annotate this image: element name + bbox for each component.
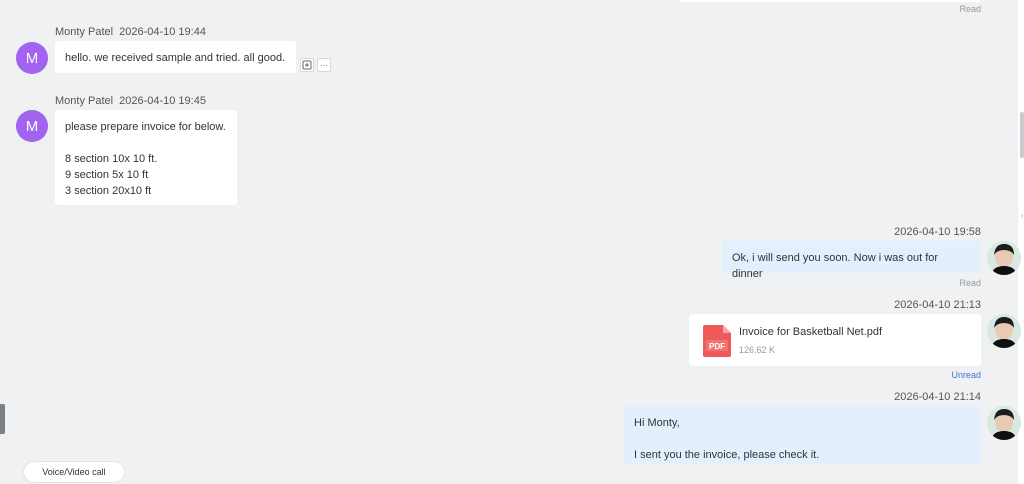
- voice-video-call-button[interactable]: Voice/Video call: [23, 461, 125, 483]
- pdf-file-icon: PDF: [703, 325, 731, 357]
- message-line: I sent you the invoice, please check it.: [634, 449, 820, 461]
- avatar[interactable]: M: [16, 110, 48, 142]
- message-line: [634, 431, 971, 447]
- avatar[interactable]: [987, 406, 1021, 440]
- message-time: 2026-04-10 21:14: [894, 391, 981, 403]
- unread-status: Unread: [951, 370, 981, 380]
- avatar[interactable]: [987, 241, 1021, 275]
- read-status: Read: [959, 278, 981, 288]
- message-text: hello. we received sample and tried. all…: [65, 52, 286, 64]
- message-bubble[interactable]: Hi Monty, I sent you the invoice, please…: [624, 406, 981, 464]
- message-header: Monty Patel 2026-04-10 19:44: [55, 26, 206, 38]
- read-status: Read: [959, 4, 981, 14]
- message-line: Hi Monty,: [634, 417, 680, 429]
- avatar[interactable]: [987, 314, 1021, 348]
- sender-name: Monty Patel: [55, 26, 114, 38]
- chevron-left-icon: ‹: [1021, 213, 1024, 220]
- message-bubble[interactable]: please prepare invoice for below. 8 sect…: [55, 110, 237, 205]
- message-line: 3 section 20x10 ft: [65, 185, 152, 197]
- message-time: 2026-04-10 19:45: [119, 95, 206, 107]
- message-actions: ···: [300, 58, 331, 72]
- sender-name: Monty Patel: [55, 95, 114, 107]
- side-panel-toggle[interactable]: ‹: [1018, 200, 1024, 234]
- right-panel-edge: [1018, 0, 1024, 484]
- message-time: 2026-04-10 19:58: [894, 226, 981, 238]
- svg-text:PDF: PDF: [709, 342, 725, 351]
- message-line: please prepare invoice for below.: [65, 121, 226, 133]
- message-time: 2026-04-10 19:44: [119, 26, 206, 38]
- message-text: Ok, i will send you soon. Now i was out …: [732, 252, 939, 280]
- file-size: 126.62 K: [739, 345, 776, 355]
- message-bubble[interactable]: Ok, i will send you soon. Now i was out …: [722, 241, 981, 280]
- message-line: 9 section 5x 10 ft: [65, 169, 149, 181]
- file-name: Invoice for Basketball Net.pdf: [739, 326, 883, 338]
- message-line: [65, 135, 227, 151]
- panel-resize-handle[interactable]: [0, 404, 5, 434]
- scrollbar-thumb[interactable]: [1020, 112, 1024, 158]
- add-reaction-icon[interactable]: [300, 58, 314, 72]
- avatar[interactable]: M: [16, 42, 48, 74]
- message-line: 8 section 10x 10 ft.: [65, 153, 158, 165]
- more-icon[interactable]: ···: [317, 58, 331, 72]
- message-header: Monty Patel 2026-04-10 19:45: [55, 95, 206, 107]
- file-attachment[interactable]: PDF Invoice for Basketball Net.pdf 126.6…: [689, 314, 981, 366]
- message-time: 2026-04-10 21:13: [894, 299, 981, 311]
- message-bubble[interactable]: hello. we received sample and tried. all…: [55, 41, 296, 73]
- previous-bubble-edge: [680, 0, 980, 2]
